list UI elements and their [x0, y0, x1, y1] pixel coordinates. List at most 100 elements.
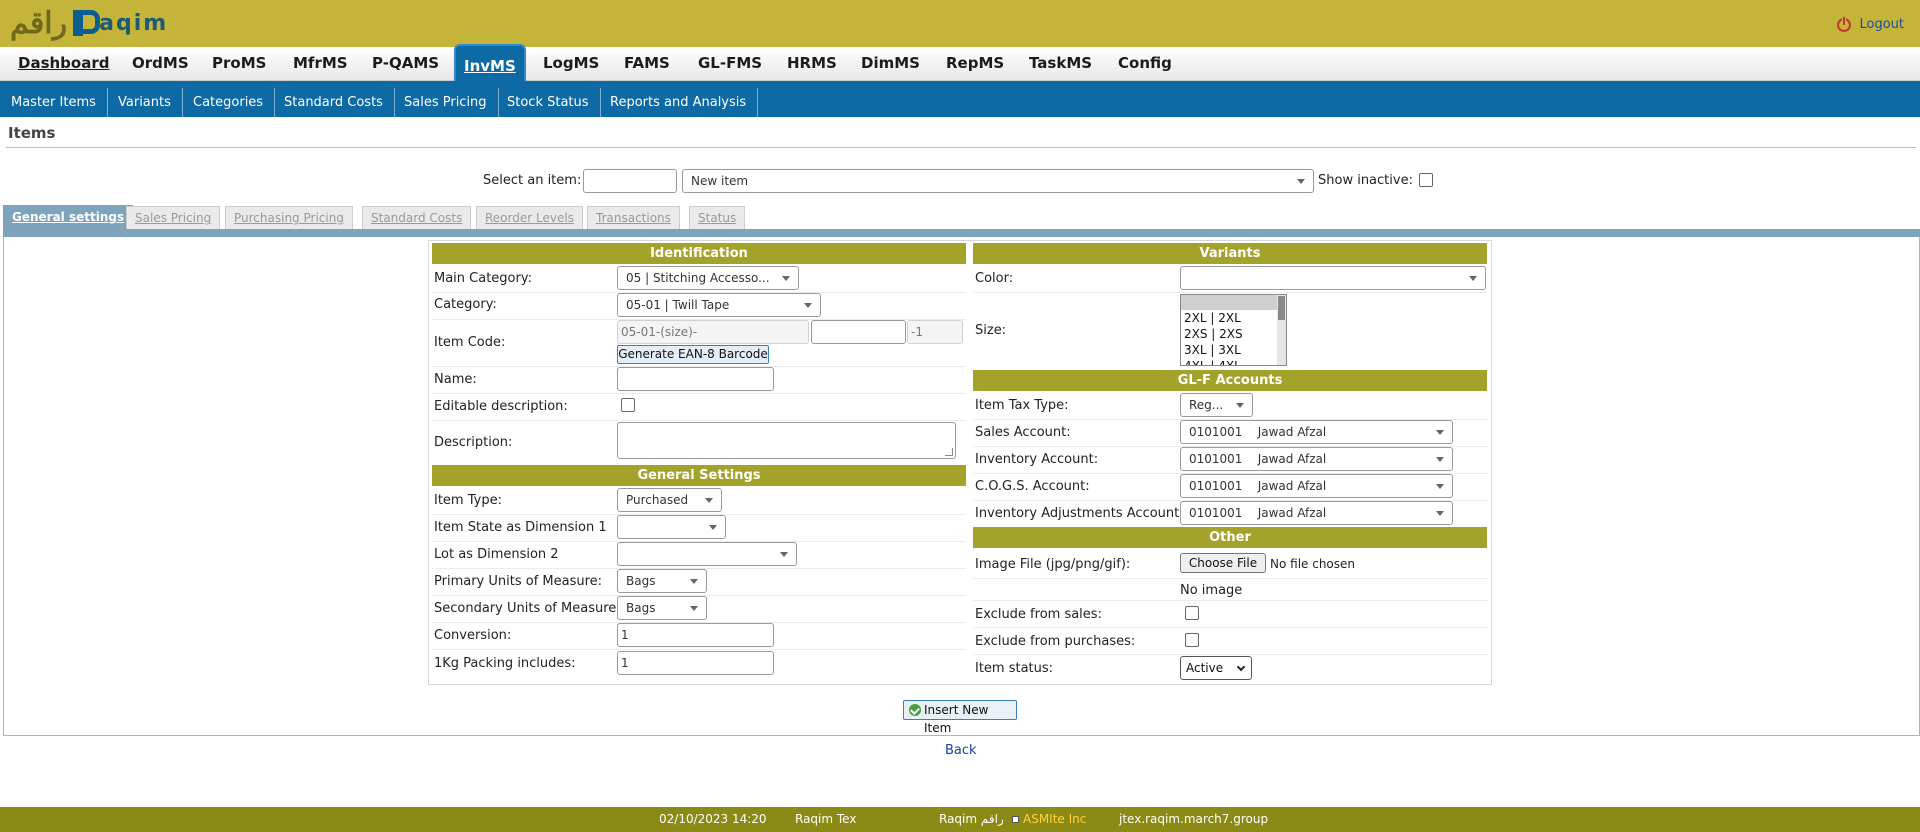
- raqim-logo[interactable]: راقم aqim: [10, 4, 168, 42]
- image-file-label: Image File (jpg/png/gif):: [975, 557, 1131, 572]
- exclude-purchases-label: Exclude from purchases:: [975, 634, 1136, 649]
- description-textarea[interactable]: [617, 422, 956, 459]
- size-label: Size:: [975, 323, 1007, 338]
- item-code-input[interactable]: [811, 320, 906, 344]
- subnav-variants[interactable]: Variants: [107, 88, 183, 117]
- row-divider: [432, 649, 966, 650]
- nav-dimms[interactable]: DimMS: [853, 47, 928, 81]
- item-state-select[interactable]: [617, 515, 726, 539]
- exclude-sales-label: Exclude from sales:: [975, 607, 1102, 622]
- name-input[interactable]: [617, 367, 774, 391]
- color-select[interactable]: [1180, 266, 1486, 290]
- logo-r-icon: [71, 8, 101, 38]
- description-label: Description:: [434, 435, 513, 450]
- tab-transactions-label: Transactions: [596, 211, 671, 225]
- general-settings-heading: General Settings: [432, 465, 966, 486]
- insert-new-item-button[interactable]: Insert New Item: [903, 700, 1017, 735]
- subnav-standard-costs[interactable]: Standard Costs: [273, 88, 395, 117]
- size-option[interactable]: 4XL | 4XL: [1181, 358, 1286, 365]
- tab-reorder-levels[interactable]: Reorder Levels: [476, 206, 583, 230]
- nav-logms-label: LogMS: [543, 54, 600, 72]
- nav-proms-label: ProMS: [212, 54, 267, 72]
- back-link[interactable]: Back: [945, 743, 977, 758]
- packing-label: 1Kg Packing includes:: [434, 656, 576, 671]
- size-scroll-thumb[interactable]: [1278, 296, 1285, 320]
- nav-invms[interactable]: InvMS: [454, 44, 526, 84]
- conversion-input[interactable]: 1: [617, 623, 774, 647]
- nav-repms[interactable]: RepMS: [938, 47, 1012, 81]
- tab-status[interactable]: Status: [689, 206, 746, 230]
- identification-heading: Identification: [432, 243, 966, 264]
- nav-glfms[interactable]: GL-FMS: [690, 47, 770, 81]
- vendor-logo-icon: [1012, 816, 1019, 823]
- row-divider: [973, 654, 1487, 655]
- item-select-dropdown[interactable]: New item: [682, 169, 1314, 193]
- other-heading: Other: [973, 527, 1487, 548]
- sales-account-label: Sales Account:: [975, 425, 1071, 440]
- nav-ordms[interactable]: OrdMS: [124, 47, 197, 81]
- tab-standard-costs[interactable]: Standard Costs: [362, 206, 472, 230]
- logout-link[interactable]: Logout: [1837, 15, 1904, 32]
- secondary-uom-select[interactable]: Bags: [617, 596, 707, 620]
- sales-account-select[interactable]: 0101001 Jawad Afzal: [1180, 420, 1453, 444]
- size-option[interactable]: [1181, 295, 1286, 310]
- exclude-purchases-checkbox[interactable]: [1185, 633, 1199, 647]
- subnav-sales-pricing[interactable]: Sales Pricing: [393, 88, 499, 117]
- nav-pqams[interactable]: P-QAMS: [364, 47, 447, 81]
- choose-file-button[interactable]: Choose File: [1180, 553, 1266, 573]
- item-search-input[interactable]: [583, 169, 677, 193]
- nav-pqams-label: P-QAMS: [372, 54, 440, 72]
- nav-proms[interactable]: ProMS: [204, 47, 274, 81]
- nav-taskms[interactable]: TaskMS: [1021, 47, 1100, 81]
- nav-logms[interactable]: LogMS: [535, 47, 607, 81]
- adjustments-account-select[interactable]: 0101001 Jawad Afzal: [1180, 501, 1453, 525]
- subnav-master-items[interactable]: Master Items: [0, 88, 108, 117]
- size-option[interactable]: 2XS | 2XS: [1181, 326, 1286, 342]
- packing-input[interactable]: 1: [617, 651, 774, 675]
- footer-brand: Raqim راقم: [939, 812, 1004, 826]
- size-option[interactable]: 2XL | 2XL: [1181, 310, 1286, 326]
- exclude-sales-checkbox[interactable]: [1185, 606, 1199, 620]
- nav-mfrms[interactable]: MfrMS: [285, 47, 356, 81]
- nav-hrms[interactable]: HRMS: [779, 47, 845, 81]
- category-select[interactable]: 05-01 | Twill Tape: [617, 293, 821, 317]
- subnav-stock-status[interactable]: Stock Status: [496, 88, 601, 117]
- size-scrollbar[interactable]: [1277, 295, 1286, 365]
- nav-mfrms-label: MfrMS: [293, 54, 348, 72]
- primary-uom-select[interactable]: Bags: [617, 569, 707, 593]
- footer-vendor-link[interactable]: ASMIte Inc: [1012, 812, 1086, 826]
- tab-sales-pricing[interactable]: Sales Pricing: [126, 206, 221, 230]
- item-type-select[interactable]: Purchased: [617, 488, 722, 512]
- nav-repms-label: RepMS: [946, 54, 1005, 72]
- size-listbox[interactable]: 2XL | 2XL 2XS | 2XS 3XL | 3XL 4XL | 4XL: [1180, 294, 1287, 366]
- tab-purchasing-pricing[interactable]: Purchasing Pricing: [225, 206, 353, 230]
- generate-barcode-button[interactable]: Generate EAN-8 Barcode: [617, 345, 769, 364]
- subnav-reports-analysis[interactable]: Reports and Analysis: [599, 88, 759, 117]
- tax-type-select[interactable]: Reg...: [1180, 393, 1253, 417]
- nav-dashboard[interactable]: Dashboard: [10, 47, 117, 81]
- primary-uom-label: Primary Units of Measure:: [434, 574, 603, 589]
- lot-select[interactable]: [617, 542, 797, 566]
- nav-invms-label: InvMS: [464, 57, 516, 75]
- name-label: Name:: [434, 372, 477, 387]
- item-state-label: Item State as Dimension 1: [434, 520, 607, 535]
- inventory-account-label: Inventory Account:: [975, 452, 1099, 467]
- power-icon: [1837, 15, 1852, 32]
- cogs-account-select[interactable]: 0101001 Jawad Afzal: [1180, 474, 1453, 498]
- item-status-select[interactable]: Active: [1180, 656, 1252, 680]
- tab-general-settings[interactable]: General settings: [3, 205, 134, 232]
- row-divider: [973, 292, 1487, 293]
- main-category-select[interactable]: 05 | Stitching Accesso...: [617, 266, 799, 290]
- inventory-account-select[interactable]: 0101001 Jawad Afzal: [1180, 447, 1453, 471]
- tab-transactions[interactable]: Transactions: [587, 206, 680, 230]
- show-inactive-checkbox[interactable]: [1419, 173, 1433, 187]
- editable-description-checkbox[interactable]: [621, 398, 635, 412]
- subnav-categories[interactable]: Categories: [182, 88, 276, 117]
- cogs-account-label: C.O.G.S. Account:: [975, 479, 1090, 494]
- item-status-value: Active: [1186, 661, 1224, 675]
- nav-config[interactable]: Config: [1110, 47, 1180, 81]
- nav-fams[interactable]: FAMS: [616, 47, 678, 81]
- tab-general-settings-label: General settings: [12, 210, 125, 224]
- size-option[interactable]: 3XL | 3XL: [1181, 342, 1286, 358]
- nav-dimms-label: DimMS: [861, 54, 920, 72]
